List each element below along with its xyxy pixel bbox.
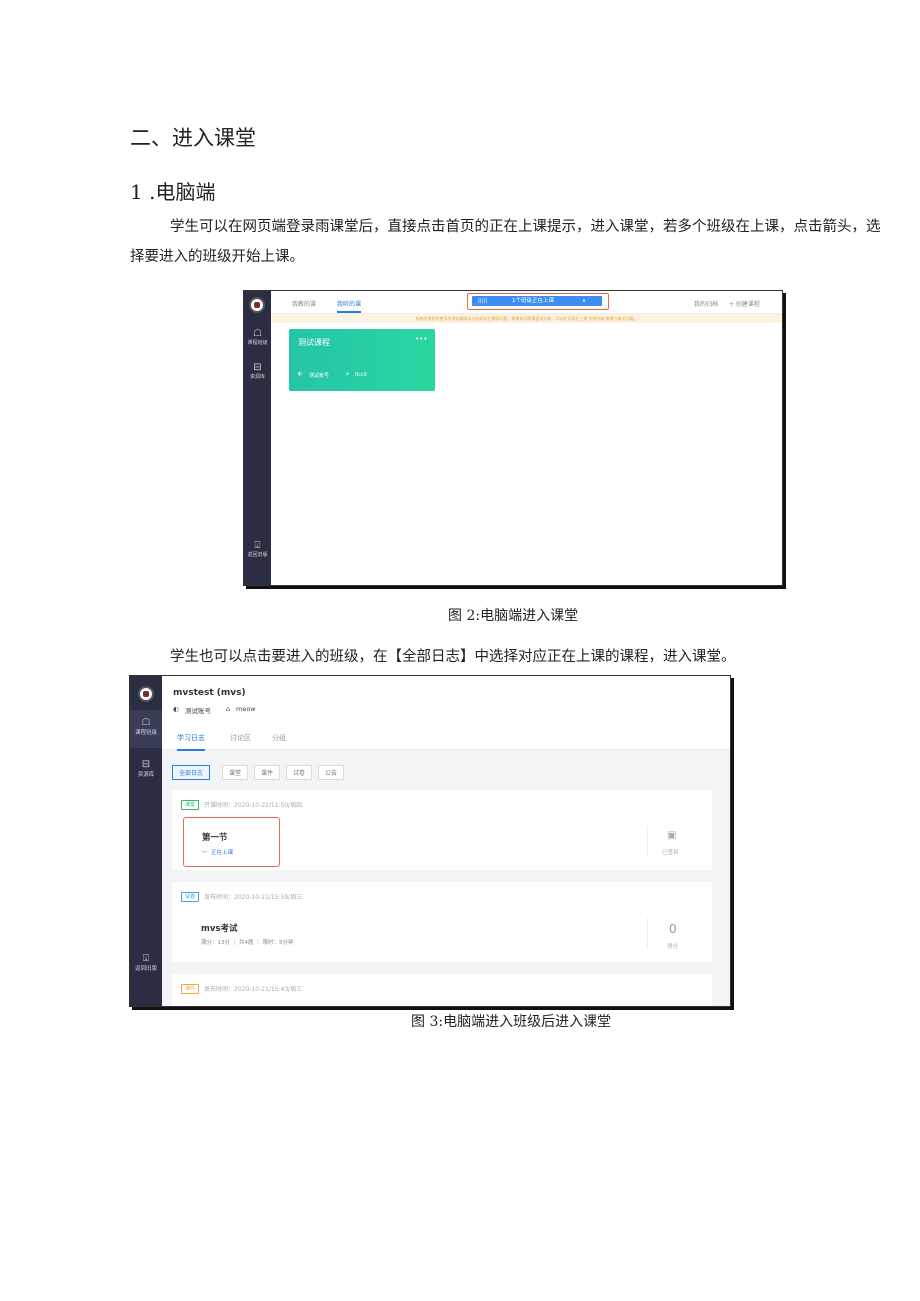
download-icon: ⍗: [143, 953, 149, 964]
filter-exams[interactable]: 试卷: [286, 765, 313, 780]
filter-class[interactable]: 课堂: [222, 765, 249, 780]
sidebar-label: 返回旧版: [134, 966, 157, 972]
live-class-notice-highlight: ||||| 1个班级正在上课 ∨: [467, 293, 609, 310]
home-icon: ⌂: [226, 705, 231, 713]
divider: [647, 826, 648, 856]
tab-listening[interactable]: 我听的课: [337, 299, 362, 313]
resources-icon: ⊟: [141, 759, 151, 770]
avatar: ◐: [298, 371, 303, 377]
tab-learning-log[interactable]: 学习日志: [177, 733, 205, 751]
course-title: mvstest (mvs): [173, 688, 246, 698]
sidebar-item-back[interactable]: ⍗ 返回旧版: [244, 540, 271, 559]
card-teacher: 测试账号: [309, 373, 330, 379]
log-tag: 课堂: [181, 800, 200, 810]
exam-detail: 满分：13分 ｜ 共4题 ｜ 限时：5分钟: [201, 940, 294, 946]
paragraph-2: 学生也可以点击要进入的班级，在【全部日志】中选择对应正在上课的课程，进入课堂。: [170, 649, 736, 665]
tab-discussion[interactable]: 讨论区: [230, 733, 251, 743]
logo-icon: [249, 297, 265, 313]
browser-warning: 系统检测到您使用的浏览器版本过低或存在兼容问题，如果有问题请尝试升级，可以在页面…: [271, 314, 782, 323]
sidebar-item-courses[interactable]: ☖ 课程班级: [244, 328, 271, 347]
live-lesson-highlight[interactable]: 第一节 〰 正在上课: [183, 817, 280, 867]
avatar: ◐: [173, 705, 179, 713]
sidebar: ☖ 课程班级 ⊟ 资源库 ⍗ 返回旧版: [244, 291, 271, 585]
sidebar-label: 资源库: [137, 772, 155, 778]
exam-title: mvs考试: [201, 924, 238, 934]
archive-link[interactable]: 我的归档: [694, 299, 718, 308]
log-meta: 发布时间：2020-10-21/15:59/周三: [204, 894, 303, 901]
resources-icon: ⊟: [253, 362, 262, 373]
teacher-name: 测试账号: [185, 707, 211, 715]
caption-1: 图 2:电脑端进入课堂: [448, 608, 579, 624]
filter-all-logs[interactable]: 全部日志: [172, 765, 211, 780]
log-meta: 发布时间：2020-10-21/15:43/周三: [204, 986, 303, 993]
courses-icon: ☖: [253, 328, 262, 339]
filter-slides[interactable]: 课件: [254, 765, 281, 780]
sidebar-label: 课程班级: [134, 730, 157, 736]
tab-groups[interactable]: 分组: [272, 733, 286, 743]
lesson-title: 第一节: [202, 833, 228, 843]
sidebar-item-back[interactable]: ⍗ 返回旧版: [130, 953, 162, 973]
class-name: meow: [236, 705, 256, 713]
more-icon[interactable]: •••: [415, 335, 427, 343]
home-icon: ⌂: [346, 371, 350, 377]
create-course-button[interactable]: + 创建课程: [729, 299, 760, 308]
card-title: 测试课程: [298, 338, 330, 347]
screenshot-home: ☖ 课程班级 ⊟ 资源库 ⍗ 返回旧版 我教的课 我听的课 ||||| 1个班级…: [243, 290, 783, 586]
log-item-slides[interactable]: 课件 发布时间：2020-10-21/15:43/周三: [172, 974, 712, 1006]
sub-title: 1 .电脑端: [130, 180, 216, 204]
tab-teaching[interactable]: 我教的课: [292, 299, 316, 308]
sidebar-item-resources[interactable]: ⊟ 资源库: [130, 759, 162, 779]
screenshot-class: ☖ 课程班级 ⊟ 资源库 ⍗ 返回旧版 mvstest (mvs) ◐ 测试账号…: [129, 675, 731, 1007]
sidebar-label: 资源库: [249, 374, 265, 380]
divider: [647, 918, 648, 948]
signal-icon: |||||: [478, 298, 488, 304]
score-label: 得分: [667, 944, 679, 950]
card-class: 0cc0: [355, 372, 367, 378]
paragraph-1: 学生可以在网页端登录雨课堂后，直接点击首页的正在上课提示，进入课堂，若多个班级在…: [130, 219, 881, 265]
log-meta: 开课时间：2020-10-22/11:50/周四: [204, 802, 303, 809]
log-tag: 试卷: [181, 892, 200, 902]
sidebar: ☖ 课程班级 ⊟ 资源库 ⍗ 返回旧版: [130, 676, 162, 1006]
course-card[interactable]: 测试课程 ••• ◐ 测试账号 ⌂ 0cc0: [289, 329, 435, 391]
exam-score: 0: [669, 922, 677, 936]
courses-icon: ☖: [141, 717, 151, 728]
notice-text: 1个班级正在上课: [512, 298, 554, 304]
filter-announcements[interactable]: 公告: [318, 765, 345, 780]
checkin-icon: ▣: [667, 830, 677, 841]
top-bar: 我教的课 我听的课 ||||| 1个班级正在上课 ∨ 我的归档 + 创建课程: [271, 291, 782, 314]
chevron-down-icon[interactable]: ∨: [582, 296, 586, 306]
sidebar-label: 课程班级: [247, 340, 268, 346]
sidebar-item-courses[interactable]: ☖ 课程班级: [130, 710, 162, 748]
log-item-exam[interactable]: 试卷 发布时间：2020-10-21/15:59/周三 mvs考试 满分：13分…: [172, 882, 712, 962]
course-tabs: 学习日志 讨论区 分组: [162, 729, 730, 751]
download-icon: ⍗: [254, 540, 261, 551]
live-class-notice[interactable]: ||||| 1个班级正在上课 ∨: [472, 296, 602, 306]
logo-icon: [138, 686, 154, 702]
live-status-icon: 〰: [202, 850, 208, 856]
caption-2: 图 3:电脑端进入班级后进入课堂: [411, 1014, 612, 1030]
sidebar-item-resources[interactable]: ⊟ 资源库: [244, 362, 271, 381]
checkin-status: 已签到: [662, 850, 679, 856]
section-title: 二、进入课堂: [130, 126, 256, 150]
log-tag: 课件: [181, 984, 200, 994]
sidebar-label: 返回旧版: [247, 552, 268, 558]
live-status: 正在上课: [211, 850, 234, 856]
log-item-class[interactable]: 课堂 开课时间：2020-10-22/11:50/周四 第一节 〰 正在上课 ▣…: [172, 790, 712, 870]
